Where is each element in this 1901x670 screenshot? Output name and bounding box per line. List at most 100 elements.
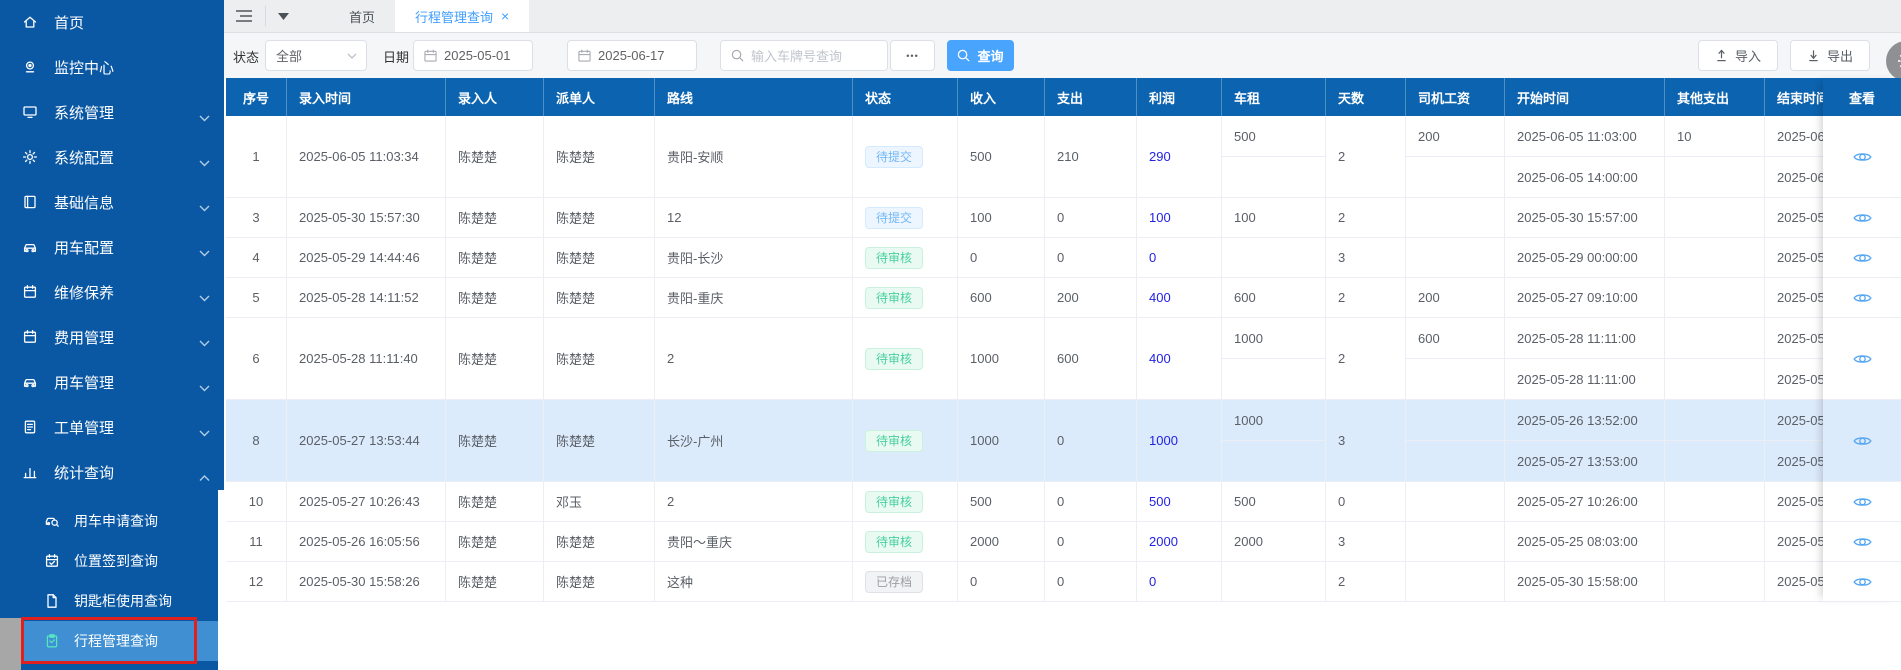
sidebar-scrollbar-track[interactable] (218, 490, 224, 670)
cell-entry_time: 2025-05-27 13:53:44 (287, 400, 446, 481)
table-row[interactable]: 10 2025-05-27 10:26:43 陈楚楚 邓玉 2 待审核 500 0 500 500… (226, 482, 1901, 522)
table-row[interactable]: 1 2025-06-05 11:03:34 陈楚楚 陈楚楚 贵阳-安顺 待提交 500 210… (226, 116, 1901, 198)
sidebar-subitem-1[interactable]: 位置签到查询 (0, 541, 224, 581)
cell-entry_time: 2025-05-29 14:44:46 (287, 238, 446, 277)
table-row[interactable]: 8 2025-05-27 13:53:44 陈楚楚 陈楚楚 长沙-广州 待审核 1000 0 1… (226, 400, 1901, 482)
date-to-input[interactable]: 2025-06-17 (567, 40, 697, 71)
cell-income: 1000 (958, 400, 1045, 481)
status-select[interactable]: 全部 (265, 40, 367, 71)
view-row-button[interactable] (1823, 198, 1901, 238)
tab-label: 首页 (349, 9, 376, 25)
cell-entry_person: 陈楚楚 (446, 482, 544, 521)
view-row-button[interactable] (1823, 562, 1901, 602)
cell-dispatcher: 陈楚楚 (544, 522, 655, 561)
cell-entry_person: 陈楚楚 (446, 522, 544, 561)
view-row-button[interactable] (1823, 278, 1901, 318)
table-row[interactable]: 6 2025-05-28 11:11:40 陈楚楚 陈楚楚 2 待审核 1000 600 400… (226, 318, 1901, 400)
subcell-start_time: 2025-05-27 13:53:00 (1517, 453, 1638, 469)
sidebar-subitem-label: 位置签到查询 (74, 553, 158, 569)
table-row[interactable]: 4 2025-05-29 14:44:46 陈楚楚 陈楚楚 贵阳-长沙 待审核 0 0 0 3 20… (226, 238, 1901, 278)
subcell-start_time: 2025-05-28 11:11:00 (1517, 371, 1636, 387)
sidebar-item-label: 工单管理 (54, 420, 115, 437)
cell-other_expense (1665, 562, 1765, 601)
home-icon (22, 14, 40, 32)
profit-link[interactable]: 100 (1149, 210, 1171, 225)
sidebar-item-1[interactable]: 监控中心 (0, 45, 224, 90)
query-button[interactable]: 查询 (947, 40, 1014, 71)
view-row-button[interactable] (1823, 116, 1901, 198)
table-row[interactable]: 3 2025-05-30 15:57:30 陈楚楚 陈楚楚 12 待提交 100 0 100 10… (226, 198, 1901, 238)
sidebar-subitem-3[interactable]: 行程管理查询 (0, 621, 224, 661)
tab-home[interactable]: 首页 (329, 0, 395, 32)
sidebar-item-10[interactable]: 统计查询 (0, 450, 224, 495)
cell-driver_wage (1406, 400, 1505, 481)
settings-fab-button[interactable] (1886, 41, 1901, 81)
subcell-rent (1222, 359, 1325, 399)
cell-profit: 500 (1137, 482, 1222, 521)
sidebar-item-7[interactable]: 费用管理 (0, 315, 224, 360)
sidebar-subitem-label: 行程管理查询 (74, 633, 158, 649)
export-button[interactable]: 导出 (1790, 40, 1870, 71)
profit-link[interactable]: 0 (1149, 574, 1156, 589)
sidebar-item-label: 费用管理 (54, 330, 115, 347)
tab-close-icon[interactable]: × (501, 8, 509, 24)
subcell-driver_wage (1406, 157, 1504, 197)
sidebar-item-8[interactable]: 用车管理 (0, 360, 224, 405)
table-row[interactable]: 12 2025-05-30 15:58:26 陈楚楚 陈楚楚 这种 已存档 0 0 0 2 2025… (226, 562, 1901, 602)
tab-list-dropdown[interactable] (266, 0, 301, 32)
cell-entry_person: 陈楚楚 (446, 400, 544, 481)
sidebar-item-2[interactable]: 系统管理 (0, 90, 224, 135)
cell-status: 待审核 (853, 238, 958, 277)
profit-link[interactable]: 290 (1149, 149, 1171, 164)
profit-link[interactable]: 0 (1149, 250, 1156, 265)
table-row[interactable]: 11 2025-05-26 16:05:56 陈楚楚 陈楚楚 贵阳～重庆 待审核 2000 0… (226, 522, 1901, 562)
sidebar-item-0[interactable]: 首页 (0, 0, 224, 45)
calendar-check-icon (44, 553, 60, 569)
cell-expense: 0 (1045, 482, 1137, 521)
view-row-button[interactable] (1823, 318, 1901, 400)
view-row-button[interactable] (1823, 522, 1901, 562)
subcell-driver_wage (1406, 441, 1504, 481)
eye-icon (1852, 575, 1872, 589)
import-button[interactable]: 导入 (1698, 40, 1778, 71)
sidebar-subitem-2[interactable]: 钥匙柜使用查询 (0, 581, 224, 621)
chevron-down-icon (199, 289, 210, 306)
profit-link[interactable]: 2000 (1149, 534, 1178, 549)
more-filters-button[interactable]: ••• (890, 40, 935, 71)
profit-link[interactable]: 1000 (1149, 433, 1178, 448)
profit-link[interactable]: 500 (1149, 494, 1171, 509)
profit-link[interactable]: 400 (1149, 351, 1171, 366)
cell-driver_wage (1406, 238, 1505, 277)
subcell-rent (1222, 157, 1325, 197)
profit-link[interactable]: 400 (1149, 290, 1171, 305)
cell-days: 3 (1326, 522, 1406, 561)
eye-icon (1852, 495, 1872, 509)
sidebar-item-6[interactable]: 维修保养 (0, 270, 224, 315)
download-icon (1807, 49, 1820, 62)
view-row-button[interactable] (1823, 400, 1901, 482)
cell-dispatcher: 陈楚楚 (544, 318, 655, 399)
view-row-button[interactable] (1823, 482, 1901, 522)
plate-search-input[interactable]: 输入车牌号查询 (720, 40, 888, 71)
cell-dispatcher: 陈楚楚 (544, 238, 655, 277)
table-row[interactable]: 5 2025-05-28 14:11:52 陈楚楚 陈楚楚 贵阳-重庆 待审核 600 200… (226, 278, 1901, 318)
calendar-icon (22, 284, 40, 302)
view-column-header: 查看 (1823, 78, 1901, 116)
collapse-menu-button[interactable] (224, 0, 265, 32)
cell-dispatcher: 陈楚楚 (544, 278, 655, 317)
subcell-other_expense (1665, 441, 1764, 481)
subcell-start_time: 2025-06-05 14:00:00 (1517, 169, 1638, 185)
column-header-profit: 利润 (1137, 78, 1222, 116)
sidebar-subitem-0[interactable]: 用车申请查询 (0, 501, 224, 541)
status-badge: 待审核 (865, 246, 924, 269)
column-header-route: 路线 (655, 78, 853, 116)
tab-trip-query[interactable]: 行程管理查询 × (395, 0, 530, 32)
table-header-row: 序号 录入时间 录入人 派单人 路线 状态 收入 支出 利润 车租 天数 司机工资 开始时间 其他支出 结束… (226, 78, 1901, 116)
date-from-input[interactable]: 2025-05-01 (413, 40, 533, 71)
sidebar-item-3[interactable]: 系统配置 (0, 135, 224, 180)
sidebar-item-5[interactable]: 用车配置 (0, 225, 224, 270)
cell-dispatcher: 邓玉 (544, 482, 655, 521)
sidebar-item-4[interactable]: 基础信息 (0, 180, 224, 225)
sidebar-item-9[interactable]: 工单管理 (0, 405, 224, 450)
view-row-button[interactable] (1823, 238, 1901, 278)
